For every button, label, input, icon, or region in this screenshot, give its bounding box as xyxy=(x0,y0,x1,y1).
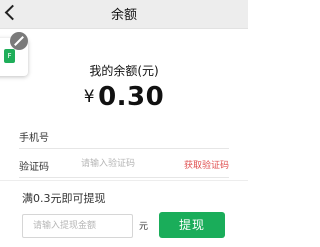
phone-row: 手机号 xyxy=(19,124,229,149)
phone-label: 手机号 xyxy=(19,133,49,144)
section-divider xyxy=(0,180,248,181)
min-withdraw-text: 满0.3元即可提现 xyxy=(22,192,106,205)
close-icon[interactable] xyxy=(10,32,28,50)
phone-input[interactable] xyxy=(81,128,171,142)
nav-bar: 余额 xyxy=(0,0,248,29)
code-row: 验证码 获取验证码 xyxy=(19,153,229,178)
currency-symbol: ¥ xyxy=(83,87,96,107)
amount-field[interactable] xyxy=(22,214,133,238)
code-label: 验证码 xyxy=(19,162,49,173)
code-input[interactable] xyxy=(81,157,171,171)
amount-unit: 元 xyxy=(139,222,149,232)
page-title: 余额 xyxy=(110,8,137,23)
balance-label: 我的余额(元) xyxy=(89,64,159,78)
balance-amount: ¥0.30 xyxy=(0,82,248,112)
withdraw-button[interactable]: 提现 xyxy=(159,212,225,238)
amount-input[interactable] xyxy=(33,219,125,233)
get-code-link[interactable]: 获取验证码 xyxy=(184,158,229,171)
balance-value: 0.30 xyxy=(98,82,165,112)
file-icon: F xyxy=(4,49,15,63)
